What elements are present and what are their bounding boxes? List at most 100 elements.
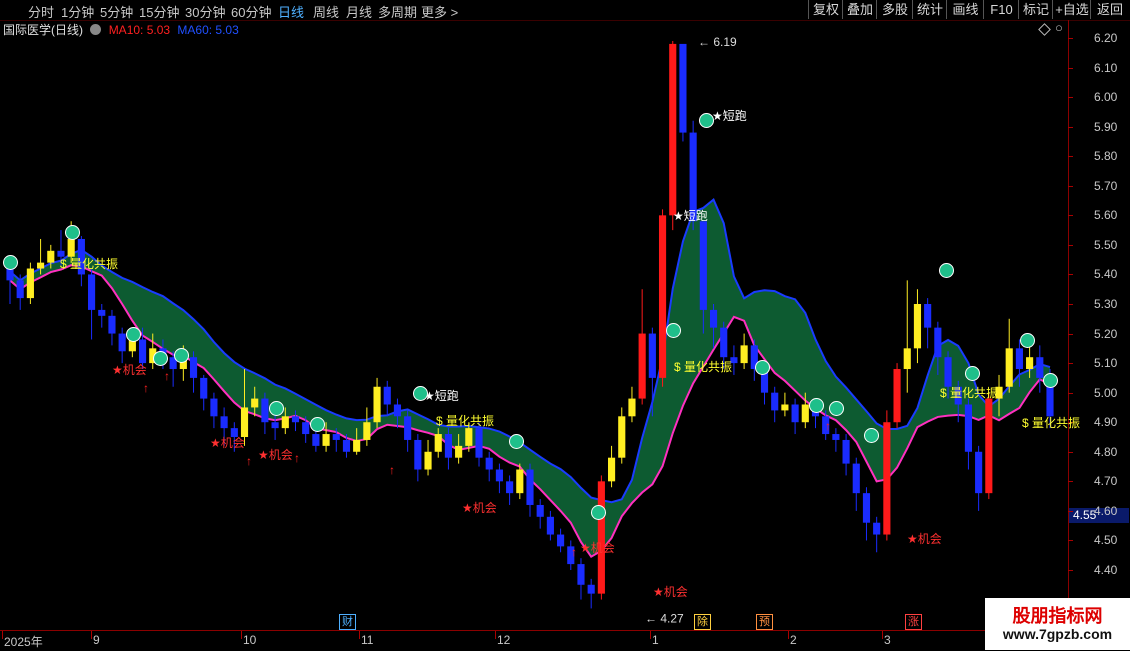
check-badge-icon[interactable] <box>3 255 18 270</box>
candle-body[interactable] <box>781 404 789 411</box>
period-tab-2[interactable]: 5分钟 <box>100 2 133 21</box>
check-badge-icon[interactable] <box>829 401 844 416</box>
candle-body[interactable] <box>271 422 279 429</box>
candle-body[interactable] <box>893 369 901 423</box>
check-badge-icon[interactable] <box>310 417 325 432</box>
candle-body[interactable] <box>516 469 524 494</box>
candle-body[interactable] <box>536 504 544 517</box>
candle-body[interactable] <box>648 333 656 378</box>
candle-body[interactable] <box>16 280 24 299</box>
candle-body[interactable] <box>240 407 249 437</box>
period-tab-6[interactable]: 日线 <box>278 2 304 21</box>
candle-body[interactable] <box>526 469 534 505</box>
candle-body[interactable] <box>964 404 972 452</box>
check-badge-icon[interactable] <box>809 398 824 413</box>
candle-body[interactable] <box>404 416 412 440</box>
candle-body[interactable] <box>771 392 779 411</box>
candle-body[interactable] <box>291 416 300 423</box>
tool-button-6[interactable]: 标记 <box>1018 0 1053 19</box>
candle-body[interactable] <box>88 274 96 310</box>
candle-body[interactable] <box>353 439 361 452</box>
candle-body[interactable] <box>679 43 687 133</box>
candle-body[interactable] <box>281 416 289 429</box>
candle-body[interactable] <box>903 348 911 370</box>
candle-body[interactable] <box>220 416 228 429</box>
candle-body[interactable] <box>108 315 116 334</box>
period-tab-3[interactable]: 15分钟 <box>139 2 179 21</box>
check-badge-icon[interactable] <box>413 386 428 401</box>
check-badge-icon[interactable] <box>1043 373 1058 388</box>
period-tab-4[interactable]: 30分钟 <box>185 2 225 21</box>
event-marker[interactable]: 预 <box>756 614 773 630</box>
candle-body[interactable] <box>363 422 371 440</box>
tool-button-7[interactable]: +自选 <box>1052 0 1091 19</box>
candle-body[interactable] <box>200 377 208 399</box>
candle-body[interactable] <box>37 262 45 269</box>
tool-button-0[interactable]: 复权 <box>808 0 843 19</box>
check-badge-icon[interactable] <box>939 263 954 278</box>
candle-body[interactable] <box>189 357 198 378</box>
candle-body[interactable] <box>587 584 595 594</box>
check-badge-icon[interactable] <box>1020 333 1035 348</box>
period-tab-9[interactable]: 多周期 <box>378 2 417 21</box>
period-tab-7[interactable]: 周线 <box>313 2 339 21</box>
candle-body[interactable] <box>924 304 932 328</box>
check-badge-icon[interactable] <box>153 351 168 366</box>
check-badge-icon[interactable] <box>699 113 714 128</box>
check-badge-icon[interactable] <box>591 505 606 520</box>
candle-body[interactable] <box>546 516 554 535</box>
candle-body[interactable] <box>383 386 391 405</box>
candle-body[interactable] <box>873 522 881 535</box>
event-marker[interactable]: 除 <box>694 614 711 630</box>
candle-body[interactable] <box>720 327 728 358</box>
candle-body[interactable] <box>485 457 493 470</box>
candle-body[interactable] <box>618 416 626 458</box>
candle-body[interactable] <box>975 451 983 494</box>
event-marker[interactable]: 涨 <box>905 614 922 630</box>
candle-body[interactable] <box>862 493 871 523</box>
tool-button-8[interactable]: 返回 <box>1090 0 1129 19</box>
candle-body[interactable] <box>495 469 503 482</box>
check-badge-icon[interactable] <box>755 360 770 375</box>
candle-body[interactable] <box>373 386 381 423</box>
candle-body[interactable] <box>699 221 707 310</box>
check-badge-icon[interactable] <box>509 434 524 449</box>
candle-body[interactable] <box>322 434 330 446</box>
tool-button-2[interactable]: 多股 <box>876 0 913 19</box>
period-tab-0[interactable]: 分时 <box>28 2 54 21</box>
candle-body[interactable] <box>302 422 310 435</box>
candle-body[interactable] <box>638 333 646 399</box>
candle-body[interactable] <box>251 398 259 408</box>
candle-body[interactable] <box>26 268 34 299</box>
candle-body[interactable] <box>740 345 748 364</box>
candle-body[interactable] <box>455 445 463 458</box>
candle-body[interactable] <box>312 434 320 446</box>
candle-body[interactable] <box>913 304 922 349</box>
candle-body[interactable] <box>557 534 565 547</box>
candle-body[interactable] <box>138 339 147 364</box>
check-badge-icon[interactable] <box>269 401 284 416</box>
candle-body[interactable] <box>985 398 993 494</box>
candle-body[interactable] <box>261 398 269 423</box>
candle-body[interactable] <box>414 439 422 470</box>
candle-body[interactable] <box>434 434 442 452</box>
candle-body[interactable] <box>669 43 677 216</box>
candle-body[interactable] <box>577 564 585 585</box>
candle-body[interactable] <box>444 434 452 458</box>
candle-body[interactable] <box>47 250 55 263</box>
candle-body[interactable] <box>342 439 351 452</box>
check-badge-icon[interactable] <box>126 327 141 342</box>
candle-body[interactable] <box>465 428 473 446</box>
candle-body[interactable] <box>709 309 718 328</box>
tool-button-3[interactable]: 统计 <box>912 0 947 19</box>
candle-body[interactable] <box>1026 357 1034 370</box>
candle-body[interactable] <box>1036 357 1044 378</box>
candle-body[interactable] <box>332 434 340 440</box>
check-badge-icon[interactable] <box>864 428 879 443</box>
candle-body[interactable] <box>1015 348 1023 370</box>
period-tab-1[interactable]: 1分钟 <box>61 2 94 21</box>
tool-button-5[interactable]: F10 <box>983 0 1019 19</box>
candle-body[interactable] <box>1005 348 1013 387</box>
candle-body[interactable] <box>832 434 840 440</box>
candle-body[interactable] <box>944 357 952 387</box>
